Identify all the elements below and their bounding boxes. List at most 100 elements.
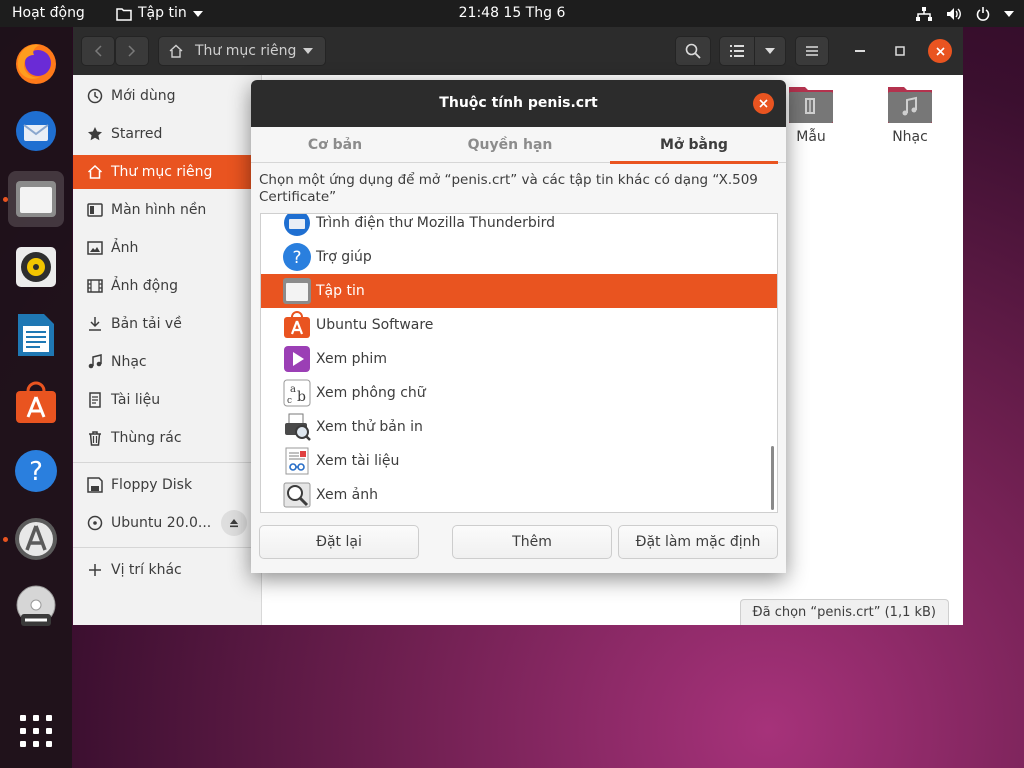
back-button[interactable] <box>81 36 115 66</box>
minimize-button[interactable] <box>848 39 872 63</box>
sidebar-item-desktop[interactable]: Màn hình nền <box>73 193 262 227</box>
firefox-icon <box>16 44 56 84</box>
folder-label: Nhạc <box>892 129 928 145</box>
hamburger-menu-icon <box>806 46 818 56</box>
tab-open-with[interactable]: Mở bằng <box>610 127 778 164</box>
sidebar-item-floppy[interactable]: Floppy Disk <box>73 468 262 502</box>
sidebar-item-label: Ubuntu 20.0... <box>111 515 212 531</box>
view-options-button[interactable] <box>754 36 786 66</box>
image-icon <box>87 240 103 256</box>
chevron-down-icon <box>765 48 775 54</box>
maximize-button[interactable] <box>888 39 912 63</box>
sidebar-item-label: Starred <box>111 126 163 142</box>
app-row-files[interactable]: Tập tin <box>261 274 777 308</box>
files-icon <box>282 276 312 306</box>
app-row-thunderbird[interactable]: Trình điện thư Mozilla Thunderbird <box>261 214 777 240</box>
svg-text:a: a <box>290 384 296 395</box>
files-headerbar: Thư mục riêng <box>73 27 963 75</box>
sidebar-item-label: Tài liệu <box>111 392 161 408</box>
dialog-tabs: Cơ bản Quyền hạn Mở bằng <box>251 127 786 164</box>
app-row-help[interactable]: ? Trợ giúp <box>261 240 777 274</box>
application-list[interactable]: Trình điện thư Mozilla Thunderbird ? Trợ… <box>260 213 778 513</box>
reset-button[interactable]: Đặt lại <box>259 525 419 559</box>
volume-icon <box>947 7 961 20</box>
dialog-title: Thuộc tính penis.crt <box>251 80 786 127</box>
app-row-ubuntu-software[interactable]: Ubuntu Software <box>261 308 777 342</box>
tab-permissions[interactable]: Quyền hạn <box>425 127 595 163</box>
sidebar-item-label: Mới dùng <box>111 88 176 104</box>
sidebar-item-ubuntu-disc[interactable]: Ubuntu 20.0... <box>73 506 262 540</box>
search-button[interactable] <box>675 36 711 66</box>
home-icon <box>87 164 103 180</box>
ubuntu-software-icon <box>282 310 312 340</box>
app-row-video-player[interactable]: Xem phim <box>261 342 777 376</box>
dock-rhythmbox[interactable] <box>8 239 64 295</box>
menu-button[interactable] <box>795 36 829 66</box>
clock-label: 21:48 15 Thg 6 <box>458 5 566 21</box>
set-default-button[interactable]: Đặt làm mặc định <box>618 525 778 559</box>
dock-running-indicator <box>3 537 8 542</box>
application-list-scrollbar[interactable] <box>771 446 774 510</box>
system-menu[interactable] <box>916 0 1014 27</box>
path-bar-label: Thư mục riêng <box>195 43 297 59</box>
sidebar-item-home[interactable]: Thư mục riêng <box>73 155 262 189</box>
sidebar-item-music[interactable]: Nhạc <box>73 345 262 379</box>
dock-dvd[interactable] <box>8 579 64 635</box>
app-label: Xem phông chữ <box>316 385 426 401</box>
app-row-font-viewer[interactable]: abc Xem phông chữ <box>261 376 777 410</box>
download-icon <box>87 316 103 332</box>
forward-button[interactable] <box>115 36 149 66</box>
dock-help[interactable]: ? <box>8 443 64 499</box>
dock-libreoffice-writer[interactable] <box>8 307 64 363</box>
sidebar-item-starred[interactable]: Starred <box>73 117 262 151</box>
dock-files[interactable] <box>8 171 64 227</box>
selection-status: Đã chọn “penis.crt” (1,1 kB) <box>739 599 949 625</box>
folder-music[interactable]: Nhạc <box>870 83 950 145</box>
sidebar-item-downloads[interactable]: Bản tải về <box>73 307 262 341</box>
clock[interactable]: 21:48 15 Thg 6 <box>0 0 1024 27</box>
sidebar-item-videos[interactable]: Ảnh động <box>73 269 262 303</box>
plus-icon <box>87 562 103 578</box>
sidebar-item-label: Ảnh <box>111 240 139 256</box>
help-icon: ? <box>15 450 57 492</box>
dock-firefox[interactable] <box>8 35 64 91</box>
app-label: Trợ giúp <box>316 249 372 265</box>
font-viewer-icon: abc <box>282 378 312 408</box>
close-button[interactable] <box>928 39 952 63</box>
add-button[interactable]: Thêm <box>452 525 612 559</box>
dialog-close-button[interactable] <box>753 93 774 114</box>
sidebar-item-trash[interactable]: Thùng rác <box>73 421 262 455</box>
sidebar-separator <box>73 547 262 548</box>
view-list-button[interactable] <box>719 36 755 66</box>
path-bar-home[interactable]: Thư mục riêng <box>158 36 326 66</box>
network-icon <box>916 6 932 21</box>
film-icon <box>87 278 103 294</box>
dvd-icon <box>16 585 56 626</box>
dock-ubuntu-software[interactable] <box>8 375 64 431</box>
svg-text:c: c <box>287 396 292 406</box>
sidebar-item-other-locations[interactable]: Vị trí khác <box>73 553 262 587</box>
software-updater-icon <box>15 518 57 560</box>
clock-icon <box>87 88 103 104</box>
dock-running-indicator <box>3 197 8 202</box>
dock-software-updater[interactable] <box>8 511 64 567</box>
sidebar-item-label: Vị trí khác <box>111 562 182 578</box>
music-icon <box>87 354 103 370</box>
dock-thunderbird[interactable] <box>8 103 64 159</box>
eject-button[interactable] <box>221 510 247 536</box>
rhythmbox-icon <box>16 247 56 287</box>
app-row-image-viewer[interactable]: Xem ảnh <box>261 478 777 512</box>
app-label: Xem tài liệu <box>316 453 400 469</box>
dock: ? <box>0 27 72 768</box>
sidebar-item-documents[interactable]: Tài liệu <box>73 383 262 417</box>
show-applications-button[interactable] <box>8 703 64 759</box>
sidebar-item-pictures[interactable]: Ảnh <box>73 231 262 265</box>
music-folder-icon <box>886 83 934 125</box>
tab-basic[interactable]: Cơ bản <box>251 127 419 163</box>
minimize-icon <box>855 50 865 52</box>
app-row-document-viewer[interactable]: Xem tài liệu <box>261 444 777 478</box>
power-icon <box>976 6 990 21</box>
sidebar-item-label: Floppy Disk <box>111 477 193 493</box>
sidebar-item-recent[interactable]: Mới dùng <box>73 79 262 113</box>
app-row-print-preview[interactable]: Xem thử bản in <box>261 410 777 444</box>
